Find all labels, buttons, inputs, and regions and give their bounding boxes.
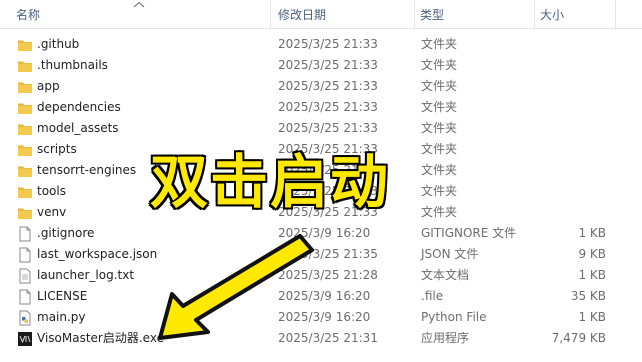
- file-name: .gitignore: [37, 226, 95, 240]
- file-name: dependencies: [37, 100, 121, 114]
- file-type: 文件夹: [421, 79, 458, 93]
- file-row[interactable]: LICENSE 2025/3/9 16:20 .file 35 KB: [0, 286, 642, 307]
- file-type: 文本文档: [421, 268, 470, 282]
- file-modified-date: 2025/3/25 21:31: [278, 331, 378, 345]
- file-size: 35 KB: [570, 289, 606, 303]
- double-click-to-launch-caption: 双击启动: [148, 148, 391, 216]
- folder-icon: [18, 166, 32, 177]
- file-type: 文件夹: [421, 163, 458, 177]
- folder-icon: [18, 103, 32, 114]
- file-name: .github: [37, 37, 80, 51]
- folder-icon: [18, 145, 32, 156]
- file-icon: [19, 289, 31, 305]
- folder-icon: [18, 40, 32, 51]
- file-size: 1 KB: [578, 268, 606, 282]
- file-size: 9 KB: [578, 247, 606, 261]
- file-modified-date: 2025/3/9 16:20: [278, 310, 371, 324]
- column-header-bar: 名称 修改日期 类型 大小: [0, 0, 642, 29]
- column-separator[interactable]: [270, 0, 271, 28]
- file-type: 文件夹: [421, 100, 458, 114]
- file-type: GITIGNORE 文件: [421, 226, 517, 240]
- file-name: app: [37, 79, 60, 93]
- file-type: 文件夹: [421, 205, 458, 219]
- folder-icon: [18, 61, 32, 72]
- column-separator[interactable]: [534, 0, 535, 28]
- file-name: tools: [37, 184, 66, 198]
- file-type: JSON 文件: [421, 247, 479, 261]
- file-type: 文件夹: [421, 142, 458, 156]
- file-modified-date: 2025/3/25 21:33: [278, 37, 378, 51]
- file-row[interactable]: .gitignore 2025/3/9 16:20 GITIGNORE 文件 1 KB: [0, 223, 642, 244]
- file-row[interactable]: model_assets 2025/3/25 21:33 文件夹: [0, 118, 642, 139]
- python-file-icon: [19, 310, 31, 326]
- folder-icon: [18, 208, 32, 219]
- file-size: 7,479 KB: [551, 331, 606, 345]
- file-row[interactable]: launcher_log.txt 2025/3/25 21:28 文本文档 1 KB: [0, 265, 642, 286]
- file-icon: [19, 226, 31, 242]
- file-name: main.py: [37, 310, 86, 324]
- file-row[interactable]: VisoMaster启动器.exe 2025/3/25 21:31 应用程序 7,47…: [0, 328, 642, 349]
- file-modified-date: 2025/3/9 16:20: [278, 226, 371, 240]
- file-modified-date: 2025/3/25 21:33: [278, 121, 378, 135]
- file-type: 应用程序: [421, 331, 470, 345]
- file-name: launcher_log.txt: [37, 268, 135, 282]
- file-type: 文件夹: [421, 184, 458, 198]
- exe-app-icon: [18, 332, 32, 346]
- file-row[interactable]: .thumbnails 2025/3/25 21:33 文件夹: [0, 55, 642, 76]
- column-header-name[interactable]: 名称: [16, 0, 270, 28]
- file-name: tensorrt-engines: [37, 163, 137, 177]
- file-row[interactable]: app 2025/3/25 21:33 文件夹: [0, 76, 642, 97]
- folder-icon: [18, 187, 32, 198]
- file-type: 文件夹: [421, 37, 458, 51]
- file-modified-date: 2025/3/25 21:35: [278, 247, 378, 261]
- file-row[interactable]: .github 2025/3/25 21:33 文件夹: [0, 34, 642, 55]
- column-separator[interactable]: [414, 0, 415, 28]
- file-name: venv: [37, 205, 67, 219]
- file-modified-date: 2025/3/25 21:33: [278, 100, 378, 114]
- column-header-size[interactable]: 大小: [540, 0, 630, 28]
- file-modified-date: 2025/3/25 21:28: [278, 268, 378, 282]
- file-row[interactable]: dependencies 2025/3/25 21:33 文件夹: [0, 97, 642, 118]
- file-name: VisoMaster启动器.exe: [37, 331, 164, 345]
- column-separator[interactable]: [615, 0, 616, 28]
- file-row[interactable]: main.py 2025/3/9 16:20 Python File 1 KB: [0, 307, 642, 328]
- file-modified-date: 2025/3/25 21:33: [278, 58, 378, 72]
- file-type: Python File: [421, 310, 487, 324]
- folder-icon: [18, 124, 32, 135]
- file-name: last_workspace.json: [37, 247, 158, 261]
- file-type: .file: [421, 289, 444, 303]
- file-name: .thumbnails: [37, 58, 108, 72]
- file-row[interactable]: last_workspace.json 2025/3/25 21:35 JSON 文…: [0, 244, 642, 265]
- file-explorer: 名称 修改日期 类型 大小 .github 2025/3/25 21:33 文件夹.…: [0, 0, 642, 362]
- text-file-icon: [19, 268, 31, 284]
- file-size: 1 KB: [578, 310, 606, 324]
- file-type: 文件夹: [421, 121, 458, 135]
- file-name: scripts: [37, 142, 77, 156]
- column-header-type[interactable]: 类型: [420, 0, 534, 28]
- folder-icon: [18, 82, 32, 93]
- column-header-date[interactable]: 修改日期: [278, 0, 414, 28]
- file-type: 文件夹: [421, 58, 458, 72]
- file-name: LICENSE: [37, 289, 88, 303]
- file-size: 1 KB: [578, 226, 606, 240]
- file-modified-date: 2025/3/25 21:33: [278, 79, 378, 93]
- file-name: model_assets: [37, 121, 119, 135]
- file-modified-date: 2025/3/9 16:20: [278, 289, 371, 303]
- file-icon: [19, 247, 31, 263]
